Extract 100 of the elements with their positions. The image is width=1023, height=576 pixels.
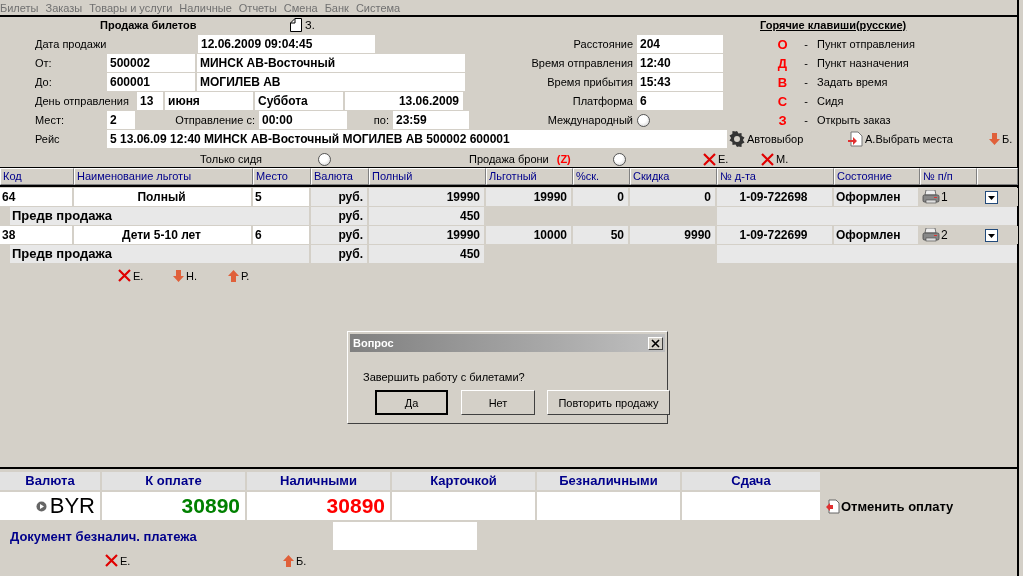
- text-field[interactable]: 2: [107, 111, 135, 129]
- field-label: Рейс: [35, 133, 61, 145]
- column-header[interactable]: Место: [253, 168, 311, 185]
- text-field[interactable]: 13.06.2009: [345, 92, 463, 110]
- action-button[interactable]: А.Выбрать места: [847, 131, 953, 147]
- column-header[interactable]: № п/п: [920, 168, 977, 185]
- action-button[interactable]: Б.: [989, 133, 1013, 145]
- text-field[interactable]: 23:59: [393, 111, 469, 129]
- dropdown-icon[interactable]: [985, 228, 998, 242]
- table-cell: 6: [253, 226, 311, 244]
- hotkey-letter: З: [777, 112, 788, 128]
- cash-field[interactable]: 30890: [247, 492, 390, 520]
- action-button[interactable]: Б.: [283, 554, 307, 567]
- column-header[interactable]: № д-та: [717, 168, 834, 185]
- cashless-field[interactable]: [537, 492, 680, 520]
- card-field[interactable]: [392, 492, 535, 520]
- action-button[interactable]: Е.: [118, 269, 144, 282]
- text-field[interactable]: 600001: [107, 73, 195, 91]
- column-header: Карточкой: [392, 472, 535, 490]
- column-header[interactable]: Полный: [369, 168, 486, 185]
- dialog-button[interactable]: Нет: [461, 390, 535, 415]
- text-field[interactable]: 204: [637, 35, 723, 53]
- table-cell: 38: [0, 226, 74, 244]
- radio-button[interactable]: [637, 113, 650, 127]
- amount-due-field[interactable]: 30890: [102, 492, 245, 520]
- cross-icon: [703, 152, 716, 166]
- table-cell: Дети 5-10 лет: [74, 226, 253, 244]
- close-button[interactable]: [648, 336, 663, 350]
- action-button[interactable]: Е.: [105, 554, 131, 567]
- text-field[interactable]: 12.06.2009 09:04:45: [198, 35, 375, 53]
- column-header[interactable]: %ск.: [573, 168, 630, 185]
- dialog-button[interactable]: Повторить продажу: [547, 390, 670, 415]
- text-field[interactable]: Суббота: [255, 92, 343, 110]
- table-cell: 0: [573, 188, 630, 206]
- action-button[interactable]: Автовыбор: [729, 131, 804, 147]
- field-label: Мест:: [35, 114, 65, 126]
- column-header[interactable]: Льготный: [486, 168, 573, 185]
- text-field[interactable]: 5 13.06.09 12:40 МИНСК АВ-Восточный МОГИЛЕВ АВ 500002 600001: [107, 130, 727, 148]
- text-field[interactable]: МИНСК АВ-Восточный: [197, 54, 465, 72]
- hotkey-letter: С: [776, 93, 789, 109]
- column-header: Наличными: [247, 472, 390, 490]
- play-icon[interactable]: [35, 500, 47, 512]
- radio-button[interactable]: [318, 152, 331, 166]
- text-field[interactable]: 00:00: [259, 111, 347, 129]
- arrow-up-icon: [283, 554, 294, 567]
- table-cell: 1-09-722698: [717, 188, 834, 206]
- column-header: К оплате: [102, 472, 245, 490]
- document-button[interactable]: З.: [290, 18, 315, 32]
- cancel-payment-button[interactable]: Отменить оплату: [825, 498, 954, 514]
- text-field[interactable]: 6: [637, 92, 723, 110]
- field-label: От:: [35, 57, 53, 69]
- column-header[interactable]: Валюта: [311, 168, 369, 185]
- action-button[interactable]: М.: [761, 152, 789, 166]
- table-cell: 50: [573, 226, 630, 244]
- hotkey-description: Открыть заказ: [817, 114, 891, 126]
- text-field[interactable]: 13: [137, 92, 163, 110]
- table-cell: Оформлен: [834, 226, 920, 244]
- document-field[interactable]: [333, 522, 477, 550]
- document-icon: [847, 131, 863, 147]
- column-header[interactable]: Наименование льготы: [74, 168, 253, 185]
- table-cell: Предв продажа: [10, 245, 311, 263]
- text-field[interactable]: 500002: [107, 54, 195, 72]
- text-field[interactable]: 12:40: [637, 54, 723, 72]
- table-cell: 450: [369, 207, 486, 225]
- dialog-button[interactable]: Да: [375, 390, 448, 415]
- text-field[interactable]: 15:43: [637, 73, 723, 91]
- column-header[interactable]: Скидка: [630, 168, 717, 185]
- table-cell: 10000: [486, 226, 573, 244]
- action-button[interactable]: Е.: [703, 152, 729, 166]
- table-cell: 19990: [369, 188, 486, 206]
- text-field[interactable]: МОГИЛЕВ АВ: [197, 73, 465, 91]
- dropdown-icon[interactable]: [985, 190, 998, 204]
- radio-button[interactable]: [613, 152, 626, 166]
- column-header[interactable]: Состояние: [834, 168, 920, 185]
- table-cell: 19990: [486, 188, 573, 206]
- hotkey-description: Пункт отправления: [817, 38, 915, 50]
- column-header[interactable]: Код: [0, 168, 74, 185]
- hotkey-letter: Д: [776, 55, 789, 71]
- column-header: Безналичными: [537, 472, 680, 490]
- field-label: Время прибытия: [546, 76, 634, 88]
- field-label: Международный: [546, 114, 634, 126]
- currency-field[interactable]: BYR: [0, 492, 100, 520]
- cross-icon: [761, 152, 774, 166]
- document-icon: [825, 498, 840, 514]
- text-field[interactable]: июня: [165, 92, 253, 110]
- hotkeys-title: Горячие клавиши(русские): [760, 19, 907, 31]
- table-cell: 0: [630, 188, 717, 206]
- form-title: Продажа билетов: [100, 19, 198, 31]
- field-label: по:: [372, 114, 390, 126]
- table-cell: 9990: [630, 226, 717, 244]
- option-label: Продажа брони (Z): [469, 153, 572, 165]
- dialog-title: Вопрос: [353, 337, 394, 349]
- action-button[interactable]: Р.: [228, 269, 250, 282]
- arrow-down-icon: [989, 133, 1000, 145]
- column-header[interactable]: [977, 168, 1018, 185]
- table-cell: руб.: [311, 226, 369, 244]
- action-button[interactable]: Н.: [173, 269, 197, 282]
- arrow-up-icon: [228, 269, 239, 282]
- dialog-message: Завершить работу с билетами?: [363, 371, 526, 385]
- change-field[interactable]: [682, 492, 820, 520]
